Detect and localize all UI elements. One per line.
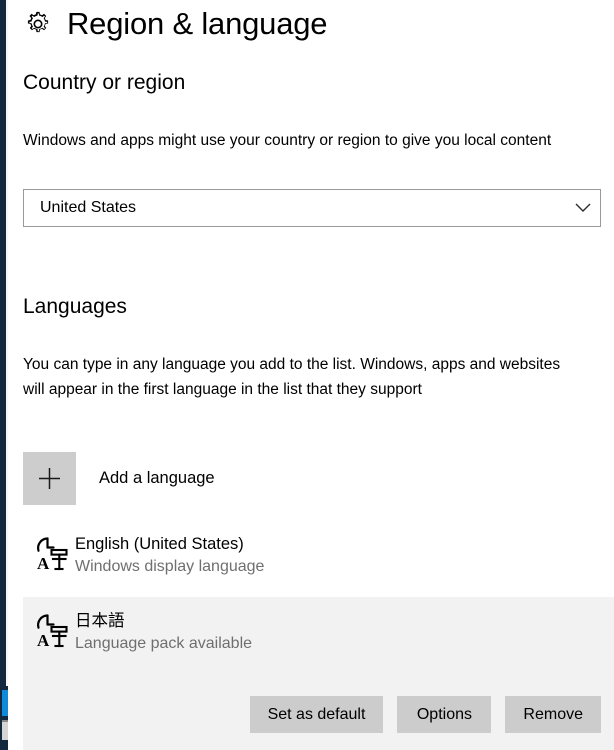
language-glyph-icon: A <box>23 610 75 652</box>
settings-page: Region & language Country or region Wind… <box>8 0 614 750</box>
country-region-selected-value: United States <box>40 199 137 216</box>
options-button[interactable]: Options <box>397 696 492 733</box>
gear-icon <box>23 9 53 39</box>
add-language-button[interactable]: Add a language <box>23 452 215 505</box>
page-header: Region & language <box>23 6 328 41</box>
plus-icon <box>23 452 76 505</box>
language-item-status: Windows display language <box>75 558 265 575</box>
language-item-status: Language pack available <box>75 635 253 652</box>
languages-section-description: You can type in any language you add to … <box>23 356 561 398</box>
page-title: Region & language <box>67 6 328 41</box>
svg-text:A: A <box>37 631 50 650</box>
language-actions: Set as default Options Remove <box>23 696 614 733</box>
languages-section-heading: Languages <box>23 295 127 318</box>
svg-text:A: A <box>37 554 50 573</box>
remove-button[interactable]: Remove <box>505 696 601 733</box>
chevron-down-icon <box>566 202 600 214</box>
country-section-description: Windows and apps might use your country … <box>23 132 552 149</box>
language-glyph-icon: A <box>23 533 75 575</box>
language-item-text: 日本語 Language pack available <box>75 610 614 655</box>
country-section-heading: Country or region <box>23 71 186 94</box>
set-as-default-button[interactable]: Set as default <box>249 696 384 733</box>
country-region-dropdown[interactable]: United States <box>23 189 601 227</box>
language-item-name: 日本語 <box>75 612 125 630</box>
language-item-text: English (United States) Windows display … <box>75 533 614 578</box>
language-item-name: English (United States) <box>75 535 244 553</box>
add-language-label: Add a language <box>99 469 215 487</box>
language-list-item[interactable]: A English (United States) Windows displa… <box>23 528 614 590</box>
